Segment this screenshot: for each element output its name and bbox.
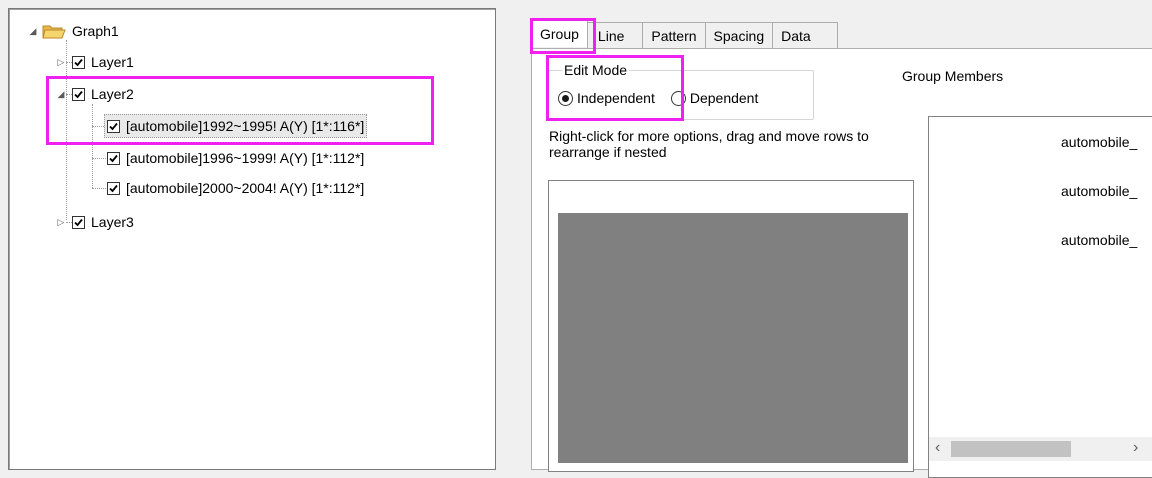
group-member-item[interactable]: automobile_ [1061, 134, 1137, 150]
expand-arrow-icon[interactable]: ▷ [56, 217, 66, 227]
tab-spacing[interactable]: Spacing [704, 22, 774, 48]
dependent-label: Dependent [689, 90, 759, 106]
dependent-option[interactable]: Dependent [670, 90, 759, 106]
tree-connector [92, 104, 93, 188]
tree-node-plot-3[interactable]: [automobile]2000~2004! A(Y) [1*:112*] [107, 177, 364, 199]
checkmark-icon [109, 154, 118, 162]
tree-node-label: Layer3 [91, 214, 134, 230]
tab-group[interactable]: Group [531, 20, 588, 47]
checkmark-icon [109, 184, 118, 192]
tree-node-label: [automobile]1996~1999! A(Y) [1*:112*] [126, 150, 365, 166]
group-plots-area[interactable] [558, 213, 908, 463]
members-horizontal-scrollbar[interactable]: ‹ › [929, 437, 1152, 461]
collapse-arrow-icon[interactable]: ◢ [56, 89, 66, 99]
collapse-arrow-icon[interactable]: ◢ [28, 26, 38, 36]
object-tree-panel[interactable] [8, 8, 496, 470]
folder-icon [42, 23, 66, 39]
plot2-checkbox[interactable] [107, 151, 120, 165]
layer3-checkbox[interactable] [72, 215, 85, 229]
independent-label: Independent [577, 90, 655, 106]
tree-node-layer3[interactable]: ▷ Layer3 [56, 211, 134, 233]
group-members-list[interactable] [928, 116, 1152, 478]
tree-node-label: Layer2 [91, 86, 134, 102]
tree-connector [92, 158, 106, 159]
tree-node-label: Layer1 [91, 54, 134, 70]
scroll-left-icon[interactable]: ‹ [935, 439, 940, 457]
edit-mode-radio-group: Independent Dependent [558, 90, 758, 106]
tree-node-graph1[interactable]: ◢ Graph1 [28, 20, 119, 42]
dependent-radio[interactable] [670, 90, 686, 106]
group-member-item[interactable]: automobile_ [1061, 183, 1137, 199]
tree-node-plot-1[interactable]: [automobile]1992~1995! A(Y) [1*:116*] [104, 114, 368, 138]
tree-node-layer2[interactable]: ◢ Layer2 [56, 83, 134, 105]
tab-data[interactable]: Data [772, 22, 838, 48]
checkmark-icon [74, 90, 83, 98]
tree-connector [92, 188, 106, 189]
tree-node-label: [automobile]1992~1995! A(Y) [1*:116*] [126, 118, 365, 134]
checkmark-icon [74, 58, 83, 66]
layer2-checkbox[interactable] [72, 87, 85, 101]
independent-radio[interactable] [558, 90, 573, 106]
tree-node-label: Graph1 [72, 23, 119, 39]
plot1-checkbox[interactable] [107, 119, 120, 133]
tree-node-label: [automobile]2000~2004! A(Y) [1*:112*] [126, 180, 365, 196]
independent-option[interactable]: Independent [558, 90, 655, 106]
hint-text: Right-click for more options, drag and m… [549, 128, 869, 160]
group-members-title: Group Members [902, 68, 1004, 84]
scrollbar-thumb[interactable] [951, 441, 1071, 457]
edit-mode-title: Edit Mode [562, 62, 630, 78]
tab-line[interactable]: Line [586, 22, 644, 48]
tree-node-plot-2[interactable]: [automobile]1996~1999! A(Y) [1*:112*] [107, 147, 364, 169]
plot3-checkbox[interactable] [107, 181, 120, 195]
tab-strip: Group Line Pattern Spacing Data [531, 20, 838, 49]
tree-node-layer1[interactable]: ▷ Layer1 [56, 51, 134, 73]
checkmark-icon [109, 122, 118, 130]
layer1-checkbox[interactable] [72, 55, 85, 69]
checkmark-icon [74, 218, 83, 226]
tab-pattern[interactable]: Pattern [642, 22, 706, 48]
scroll-right-icon[interactable]: › [1133, 439, 1138, 457]
group-member-item[interactable]: automobile_ [1061, 232, 1137, 248]
expand-arrow-icon[interactable]: ▷ [56, 57, 66, 67]
